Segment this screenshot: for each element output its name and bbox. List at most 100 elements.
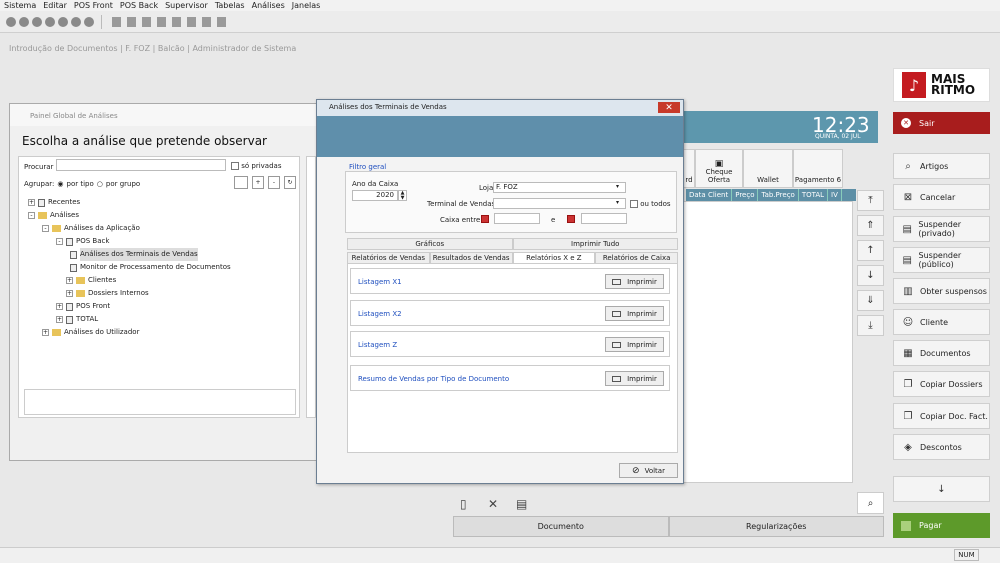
caixa-from-input[interactable]	[494, 213, 540, 224]
suspender-privado-button[interactable]: ▤ Suspender (privado)	[893, 216, 990, 242]
documentos-button[interactable]: ▦ Documentos	[893, 340, 990, 366]
terminal-select[interactable]	[493, 198, 626, 209]
toolbar-icon[interactable]	[32, 16, 42, 27]
regularizacoes-button[interactable]: Regularizações	[668, 516, 884, 537]
delete-icon[interactable]: ✕	[488, 497, 498, 511]
toolbar-icon[interactable]	[6, 16, 16, 27]
close-icon[interactable]: ✕	[658, 102, 680, 113]
pay-tab-pagamento-6[interactable]: Pagamento 6	[793, 149, 843, 188]
menu-supervisor[interactable]: Supervisor	[165, 0, 208, 11]
menu-editar[interactable]: Editar	[43, 0, 67, 11]
tree-item-pos-back[interactable]: - POS Back	[28, 235, 231, 248]
toolbar-icon[interactable]	[157, 16, 166, 27]
tree-item-recentes[interactable]: + Recentes	[28, 196, 231, 209]
imprimir-button[interactable]: Imprimir	[605, 306, 664, 321]
document-lines-grid[interactable]	[683, 201, 853, 483]
menu-janelas[interactable]: Janelas	[292, 0, 321, 11]
scroll-bottom-icon[interactable]: ⤓	[857, 315, 884, 336]
pay-tab-partial[interactable]: rd	[683, 149, 695, 188]
module-icon	[66, 237, 73, 246]
scroll-page-down-icon[interactable]: ⇓	[857, 290, 884, 311]
new-document-icon[interactable]: ▯	[460, 497, 467, 511]
toolbar-icon[interactable]	[84, 16, 94, 27]
imprimir-button[interactable]: Imprimir	[605, 274, 664, 289]
copiar-doc-fact-button[interactable]: ❐ Copiar Doc. Fact.	[893, 403, 990, 429]
tree-item-clientes[interactable]: + Clientes	[28, 274, 231, 287]
tree-item-pos-front[interactable]: + POS Front	[28, 300, 231, 313]
chevron-down-icon[interactable]: ▾	[616, 183, 619, 190]
description-box[interactable]	[24, 389, 296, 415]
menu-sistema[interactable]: Sistema	[4, 0, 36, 11]
search-icon[interactable]: ⌕	[857, 492, 884, 514]
grid-view-icon[interactable]	[234, 176, 248, 189]
voltar-button[interactable]: ⊘ Voltar	[619, 463, 678, 478]
suspender-publico-button[interactable]: ▤ Suspender (público)	[893, 247, 990, 273]
menu-tabelas[interactable]: Tabelas	[215, 0, 245, 11]
spinner-icon[interactable]: ▲ ▼	[398, 190, 407, 201]
cliente-button[interactable]: ☺ Cliente	[893, 309, 990, 335]
calendar-icon[interactable]	[481, 215, 489, 223]
radio-por-tipo[interactable]: ◉	[57, 180, 63, 188]
tab-imprimir-tudo[interactable]: Imprimir Tudo	[512, 238, 678, 250]
toolbar-icon[interactable]	[127, 16, 136, 27]
refresh-icon[interactable]: ↻	[284, 176, 296, 189]
menu-pos-front[interactable]: POS Front	[74, 0, 113, 11]
so-privadas-option[interactable]: só privadas	[231, 162, 281, 170]
sair-button[interactable]: ✕ Sair	[893, 112, 990, 134]
copiar-dossiers-button[interactable]: ❐ Copiar Dossiers	[893, 371, 990, 397]
pay-tab-wallet[interactable]: Wallet	[743, 149, 793, 188]
artigos-button[interactable]: ⌕ Artigos	[893, 153, 990, 179]
toolbar-icon[interactable]	[45, 16, 55, 27]
toolbar-icon[interactable]	[142, 16, 151, 27]
pay-tab-cheque-oferta[interactable]: ▣ Cheque Oferta	[695, 149, 743, 188]
loja-select[interactable]: F. FOZ	[493, 182, 626, 193]
cancelar-button[interactable]: ⊠ Cancelar	[893, 184, 990, 210]
menu-analises[interactable]: Análises	[252, 0, 285, 11]
col-data-client[interactable]: Data Client	[686, 189, 733, 201]
obter-suspensos-button[interactable]: ▥ Obter suspensos	[893, 278, 990, 304]
tree-item-dossiers[interactable]: + Dossiers Internos	[28, 287, 231, 300]
tree-item-monitor[interactable]: Monitor de Processamento de Documentos	[28, 261, 231, 274]
imprimir-button[interactable]: Imprimir	[605, 371, 664, 386]
expand-icon[interactable]: +	[252, 176, 264, 189]
ou-todos-option[interactable]: ou todos	[630, 200, 671, 208]
chevron-down-icon[interactable]: ▾	[616, 199, 619, 206]
tab-graficos[interactable]: Gráficos	[347, 238, 513, 250]
tree-item-total[interactable]: + TOTAL	[28, 313, 231, 326]
collapse-icon[interactable]: -	[268, 176, 280, 189]
toolbar-icon[interactable]	[202, 16, 211, 27]
tree-item-analises[interactable]: - Análises	[28, 209, 231, 222]
toolbar-icon[interactable]	[172, 16, 181, 27]
toolbar-icon[interactable]	[58, 16, 68, 27]
scroll-top-icon[interactable]: ⤒	[857, 190, 884, 211]
tree-item-terminais[interactable]: Análises dos Terminais de Vendas	[28, 248, 231, 261]
tree-item-utilizador[interactable]: + Análises do Utilizador	[28, 326, 231, 339]
toolbar-icon[interactable]	[71, 16, 81, 27]
scroll-up-icon[interactable]: ↑	[857, 240, 884, 261]
tree-item-aplicacao[interactable]: - Análises da Aplicação	[28, 222, 231, 235]
ou-todos-checkbox[interactable]	[630, 200, 638, 208]
so-privadas-checkbox[interactable]	[231, 162, 239, 170]
toolbar-icon[interactable]	[217, 16, 226, 27]
scroll-page-up-icon[interactable]: ⇑	[857, 215, 884, 236]
imprimir-button[interactable]: Imprimir	[605, 337, 664, 352]
toolbar-icon[interactable]	[112, 16, 121, 27]
col-tab-preco[interactable]: Tab.Preço	[758, 189, 799, 201]
edit-lines-icon[interactable]: ▤	[516, 497, 527, 511]
toolbar-icon[interactable]	[19, 16, 29, 27]
descontos-button[interactable]: ◈ Descontos	[893, 434, 990, 460]
calendar-icon[interactable]	[567, 215, 575, 223]
col-preco[interactable]: Preço	[732, 189, 759, 201]
more-button[interactable]: ↓	[893, 476, 990, 502]
toolbar-icon[interactable]	[187, 16, 196, 27]
scroll-down-icon[interactable]: ↓	[857, 265, 884, 286]
radio-por-grupo[interactable]: ○	[97, 180, 103, 188]
col-total[interactable]: TOTAL	[799, 189, 829, 201]
caixa-to-input[interactable]	[581, 213, 627, 224]
col-iv[interactable]: IV	[828, 189, 842, 201]
menu-pos-back[interactable]: POS Back	[120, 0, 158, 11]
procurar-input[interactable]	[56, 159, 226, 171]
pagar-button[interactable]: Pagar	[893, 513, 990, 538]
documento-button[interactable]: Documento	[453, 516, 669, 537]
ano-caixa-input[interactable]: 2020	[352, 190, 398, 201]
